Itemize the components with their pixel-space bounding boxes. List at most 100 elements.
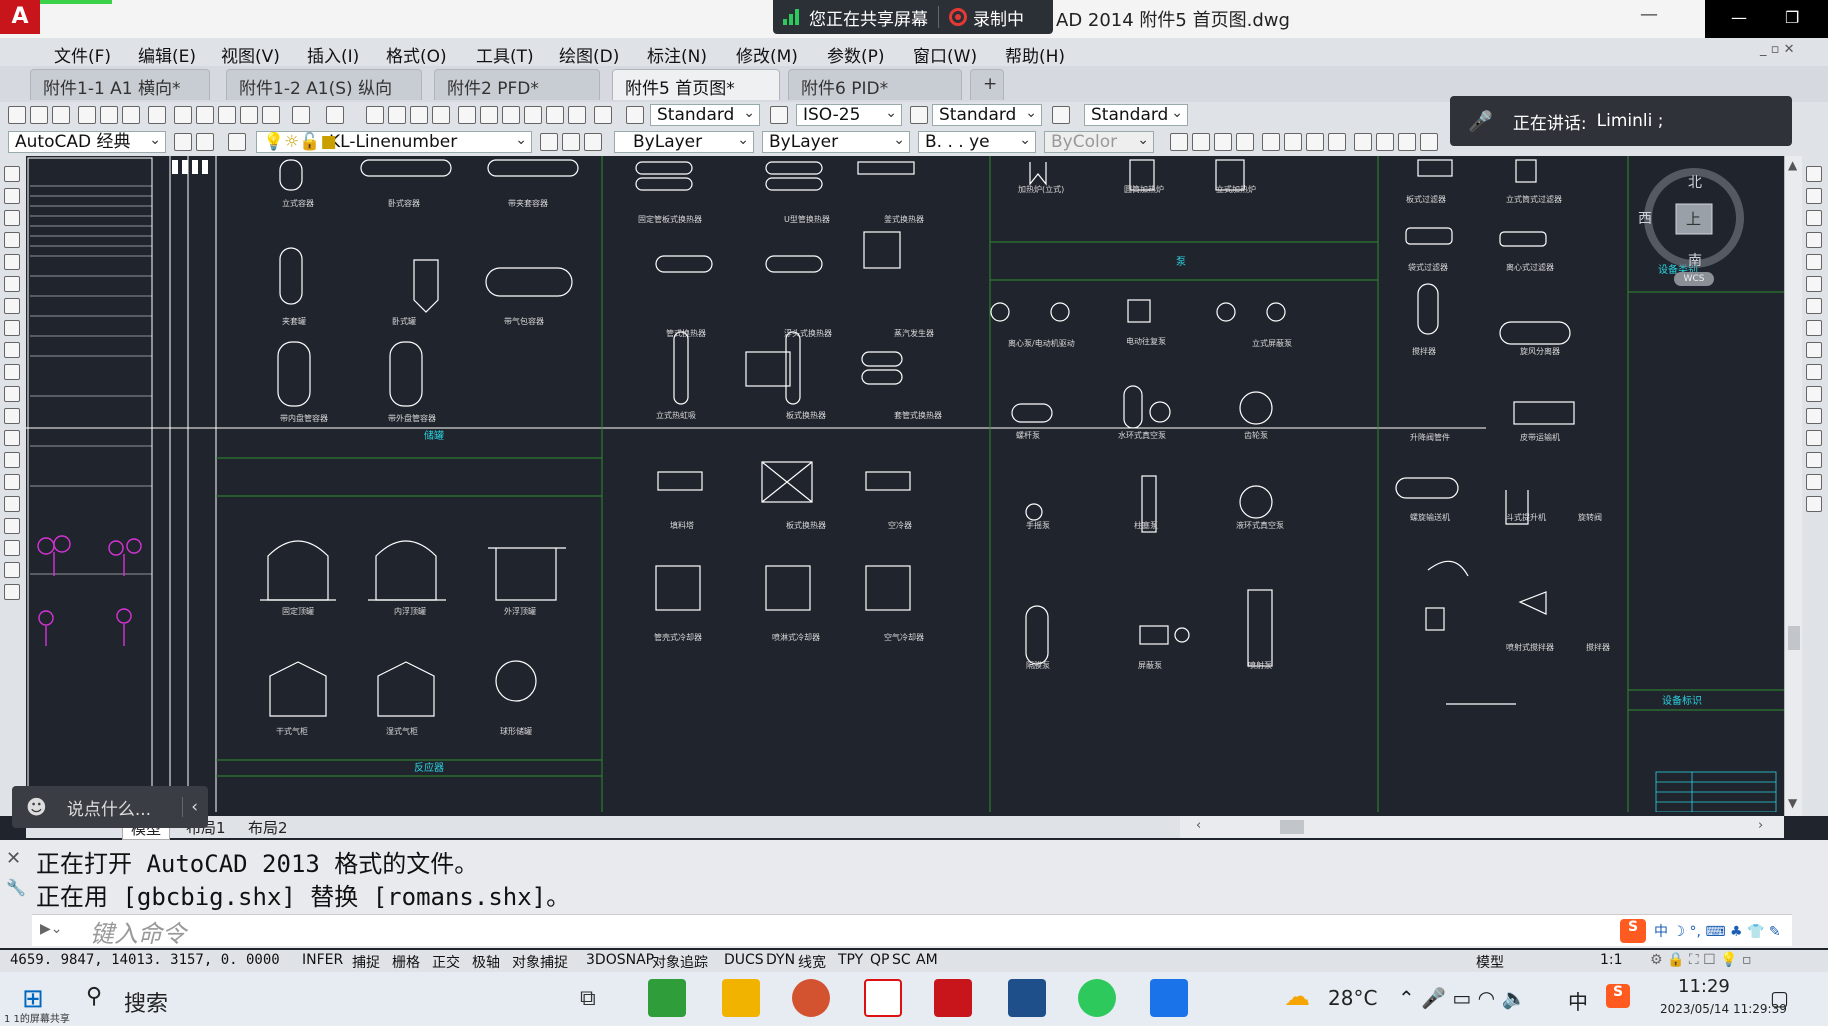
customize-wrench-icon[interactable]: 🔧	[6, 878, 26, 897]
dimension-arc-icon[interactable]	[1214, 133, 1232, 151]
new-tab-button[interactable]: +	[970, 69, 1004, 100]
vertical-scroll-thumb[interactable]	[1788, 626, 1800, 650]
sogou-tray-icon[interactable]: S	[1606, 984, 1630, 1008]
toggle-polar[interactable]: 极轴	[472, 952, 500, 972]
design-center-icon[interactable]	[480, 106, 498, 124]
clock-date[interactable]: 2023/05/14 11:29:39	[1660, 1002, 1787, 1016]
autocad-taskbar-icon[interactable]	[934, 979, 972, 1017]
dim-style-select[interactable]: ISO-25	[796, 104, 902, 126]
make-block-icon[interactable]	[4, 430, 20, 446]
break-icon[interactable]	[1806, 408, 1822, 424]
command-input[interactable]: ▶⌄ S 中 ☽ °, ⌨ ♣ 👕 ✎	[32, 914, 1792, 946]
help-icon[interactable]	[594, 106, 612, 124]
toggle-ducs[interactable]: DUCS	[724, 952, 764, 968]
notification-icon[interactable]: ▢	[1770, 986, 1789, 1010]
menu-edit[interactable]: 编辑(E)	[138, 42, 196, 67]
wcs-menu[interactable]: WCS	[1674, 272, 1714, 286]
menu-dimension[interactable]: 标注(N)	[647, 42, 707, 67]
annotation-scale[interactable]: 1:1	[1600, 952, 1623, 968]
meeting-app-icon[interactable]	[1150, 979, 1188, 1017]
toggle-tpy[interactable]: TPY	[838, 952, 863, 968]
dimension-angular-icon[interactable]	[1328, 133, 1346, 151]
construction-line-icon[interactable]	[4, 188, 20, 204]
insert-block-icon[interactable]	[4, 408, 20, 424]
zoom-window-icon[interactable]	[410, 106, 428, 124]
restore-button[interactable]: ❐	[1785, 8, 1799, 27]
share-status[interactable]: 您正在共享屏幕	[773, 0, 938, 34]
array-icon[interactable]	[1806, 254, 1822, 270]
weather-icon[interactable]: ☁	[1284, 982, 1310, 1012]
dimension-jogged-icon[interactable]	[1284, 133, 1302, 151]
plot-preview-icon[interactable]	[100, 106, 118, 124]
sheet-set-icon[interactable]	[524, 106, 542, 124]
menu-window[interactable]: 窗口(W)	[913, 42, 977, 67]
powerpoint-icon[interactable]	[792, 979, 830, 1017]
mtext-icon[interactable]	[4, 562, 20, 578]
menu-draw[interactable]: 绘图(D)	[559, 42, 619, 67]
horizontal-scrollbar[interactable]: ‹ ›	[1180, 816, 1784, 838]
toggle-sc[interactable]: SC	[892, 952, 911, 968]
drawing-canvas[interactable]: 储罐 反应器 泵 设备类别 设备标识 立式容器 卧式容器 带夹套容器 夹套罐 卧…	[26, 156, 1784, 812]
join-icon[interactable]	[1806, 430, 1822, 446]
menu-format[interactable]: 格式(O)	[386, 42, 447, 67]
hatch-icon[interactable]	[4, 474, 20, 490]
clock-time[interactable]: 11:29	[1678, 976, 1730, 997]
lineweight-select[interactable]: B. . . ye	[918, 131, 1036, 153]
task-view-icon[interactable]: ⧉	[580, 986, 596, 1011]
toggle-osnap[interactable]: 对象捕捉	[512, 952, 568, 972]
tab-attachment-5[interactable]: 附件5 首页图* ✕	[612, 69, 780, 119]
collapse-chevron-icon[interactable]: ‹	[182, 797, 198, 817]
dimension-space-icon[interactable]	[1420, 133, 1438, 151]
search-icon[interactable]: ⚲	[86, 984, 102, 1009]
record-status[interactable]: 录制中	[939, 0, 1034, 34]
chamfer-icon[interactable]	[1806, 452, 1822, 468]
undo-icon[interactable]	[292, 106, 310, 124]
layer-manager-icon[interactable]	[228, 133, 246, 151]
xmind-icon[interactable]	[1008, 979, 1046, 1017]
new-file-icon[interactable]	[8, 106, 26, 124]
block-editor-icon[interactable]	[262, 106, 280, 124]
menu-parametric[interactable]: 参数(P)	[827, 42, 885, 67]
dimension-ordinate-icon[interactable]	[1236, 133, 1254, 151]
publish-icon[interactable]	[122, 106, 140, 124]
vertical-scrollbar[interactable]: ▲ ▼	[1784, 156, 1802, 816]
polygon-icon[interactable]	[4, 232, 20, 248]
dimension-radius-icon[interactable]	[1262, 133, 1280, 151]
region-icon[interactable]	[4, 518, 20, 534]
line-icon[interactable]	[4, 166, 20, 182]
dim-style-icon[interactable]	[770, 106, 788, 124]
dimension-diameter-icon[interactable]	[1306, 133, 1324, 151]
toggle-infer[interactable]: INFER	[302, 952, 343, 968]
scroll-right-icon[interactable]: ›	[1758, 818, 1763, 833]
minimize-icon[interactable]: —	[1640, 4, 1658, 25]
point-icon[interactable]	[4, 452, 20, 468]
minimize-button[interactable]: —	[1731, 8, 1747, 27]
copy-object-icon[interactable]	[1806, 188, 1822, 204]
tab-attachment-6[interactable]: 附件6 PID*	[788, 69, 962, 100]
close-command-line-icon[interactable]: ✕	[6, 848, 21, 869]
tray-icons[interactable]: ⌃ 🎤 ▭ ◠ 🔈	[1398, 986, 1526, 1010]
explode-icon[interactable]	[1806, 496, 1822, 512]
weather-temp[interactable]: 28°C	[1328, 986, 1377, 1010]
ellipse-arc-icon[interactable]	[4, 386, 20, 402]
open-file-icon[interactable]	[30, 106, 48, 124]
ellipse-icon[interactable]	[4, 364, 20, 380]
rotate-icon[interactable]	[1806, 298, 1822, 314]
mirror-icon[interactable]	[1806, 210, 1822, 226]
wechat-icon[interactable]	[1078, 979, 1116, 1017]
menu-tools[interactable]: 工具(T)	[476, 42, 534, 67]
dimension-aligned-icon[interactable]	[1192, 133, 1210, 151]
viewcube-top-face[interactable]: 上	[1686, 208, 1701, 229]
pdf-reader-icon[interactable]	[864, 979, 902, 1017]
horizontal-scroll-thumb[interactable]	[1280, 820, 1304, 834]
workspace-settings-icon[interactable]	[196, 133, 214, 151]
color-select[interactable]: ByLayer	[614, 131, 754, 153]
match-properties-icon[interactable]	[240, 106, 258, 124]
tab-attachment-2[interactable]: 附件2 PFD*	[434, 69, 600, 100]
viewcube-south[interactable]: 南	[1688, 250, 1702, 270]
paste-icon[interactable]	[218, 106, 236, 124]
layer-state-icon[interactable]	[584, 133, 602, 151]
scroll-up-icon[interactable]: ▲	[1788, 158, 1797, 172]
arc-icon[interactable]	[4, 276, 20, 292]
spline-icon[interactable]	[4, 342, 20, 358]
